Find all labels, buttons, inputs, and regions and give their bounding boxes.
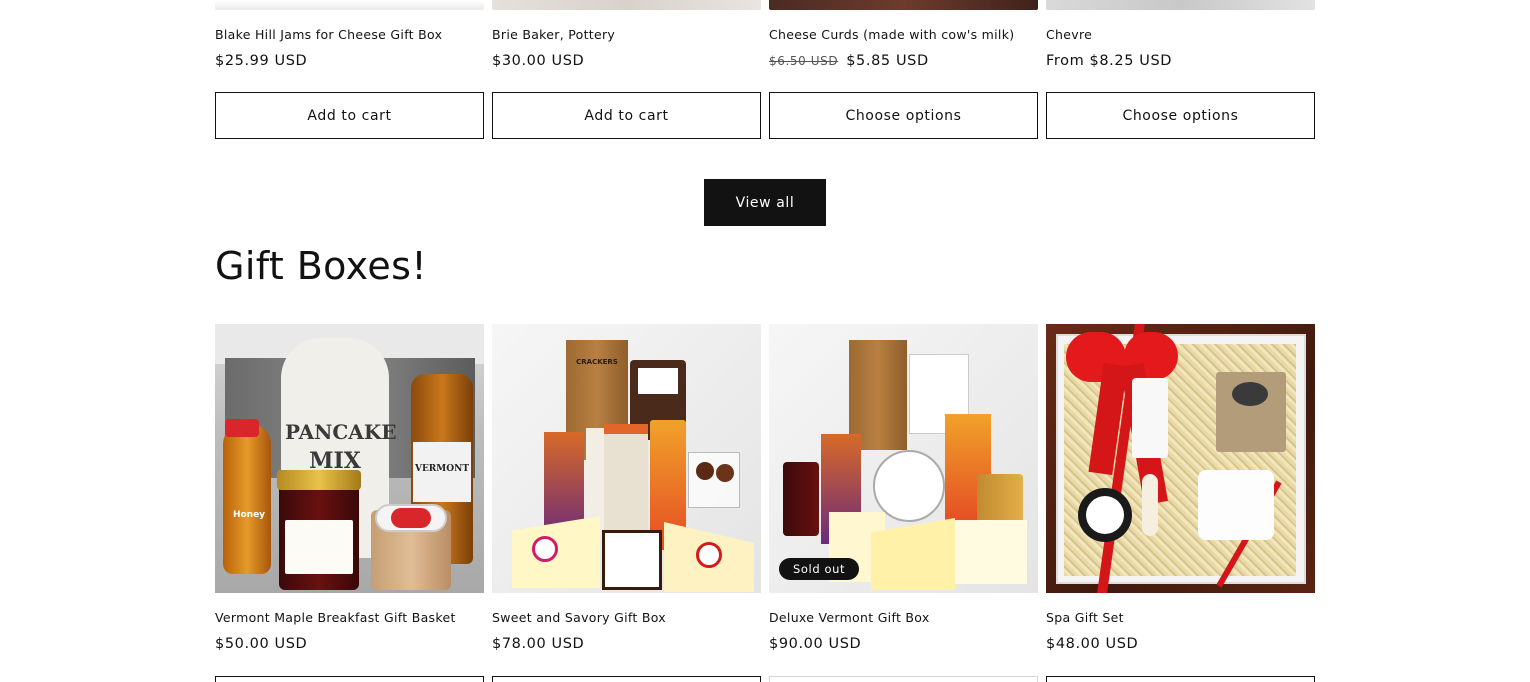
- product-image[interactable]: [215, 0, 484, 10]
- product-price: $78.00 USD: [492, 636, 585, 652]
- product-card[interactable]: Chevre From $8.25 USD Choose options: [1046, 0, 1315, 139]
- product-image[interactable]: PANCAKE MIX VERMONT Honey: [215, 324, 484, 593]
- product-title[interactable]: Sweet and Savory Gift Box: [492, 610, 666, 625]
- sale-price: $5.85 USD: [846, 53, 929, 69]
- sold-out-button: [769, 676, 1038, 682]
- product-title[interactable]: Chevre: [1046, 27, 1092, 42]
- product-card[interactable]: CRACKERS Sweet and Savory Gift Box $78.0…: [492, 324, 761, 682]
- product-price: $30.00 USD: [492, 53, 585, 69]
- product-image[interactable]: Sold out: [769, 324, 1038, 593]
- product-image[interactable]: [769, 0, 1038, 10]
- product-title[interactable]: Deluxe Vermont Gift Box: [769, 610, 930, 625]
- view-all-button[interactable]: View all: [704, 179, 826, 226]
- product-title[interactable]: Spa Gift Set: [1046, 610, 1124, 625]
- choose-options-button[interactable]: Choose options: [1046, 92, 1315, 139]
- product-title[interactable]: Brie Baker, Pottery: [492, 27, 615, 42]
- add-to-cart-button[interactable]: Add to cart: [215, 92, 484, 139]
- product-card[interactable]: Sold out Deluxe Vermont Gift Box $90.00 …: [769, 324, 1038, 682]
- product-title[interactable]: Blake Hill Jams for Cheese Gift Box: [215, 27, 442, 42]
- product-card[interactable]: Cheese Curds (made with cow's milk) $6.5…: [769, 0, 1038, 139]
- product-image[interactable]: CRACKERS: [492, 324, 761, 593]
- sold-out-badge: Sold out: [779, 558, 860, 580]
- choose-options-button[interactable]: Choose options: [769, 92, 1038, 139]
- add-to-cart-button[interactable]: Add to cart: [492, 92, 761, 139]
- product-grid-top: Blake Hill Jams for Cheese Gift Box $25.…: [215, 0, 1315, 139]
- product-card[interactable]: Blake Hill Jams for Cheese Gift Box $25.…: [215, 0, 484, 139]
- section-title: Gift Boxes!: [215, 244, 427, 288]
- product-price: From $8.25 USD: [1046, 53, 1173, 69]
- add-to-cart-button[interactable]: [492, 676, 761, 682]
- product-image[interactable]: [492, 0, 761, 10]
- product-title[interactable]: Cheese Curds (made with cow's milk): [769, 27, 1014, 42]
- product-image[interactable]: [1046, 324, 1315, 593]
- regular-price: $6.50 USD: [769, 54, 839, 68]
- product-title[interactable]: Vermont Maple Breakfast Gift Basket: [215, 610, 456, 625]
- product-price: $25.99 USD: [215, 53, 308, 69]
- product-card[interactable]: PANCAKE MIX VERMONT Honey Vermont Maple …: [215, 324, 484, 682]
- product-card[interactable]: Brie Baker, Pottery $30.00 USD Add to ca…: [492, 0, 761, 139]
- add-to-cart-button[interactable]: [1046, 676, 1315, 682]
- product-grid-gift-boxes: PANCAKE MIX VERMONT Honey Vermont Maple …: [215, 324, 1315, 682]
- add-to-cart-button[interactable]: [215, 676, 484, 682]
- product-price: $6.50 USD $5.85 USD: [769, 53, 929, 69]
- bag-label: PANCAKE: [285, 420, 397, 444]
- product-image[interactable]: [1046, 0, 1315, 10]
- product-price: $90.00 USD: [769, 636, 862, 652]
- product-price: $48.00 USD: [1046, 636, 1139, 652]
- product-price: $50.00 USD: [215, 636, 308, 652]
- product-card[interactable]: Spa Gift Set $48.00 USD: [1046, 324, 1315, 682]
